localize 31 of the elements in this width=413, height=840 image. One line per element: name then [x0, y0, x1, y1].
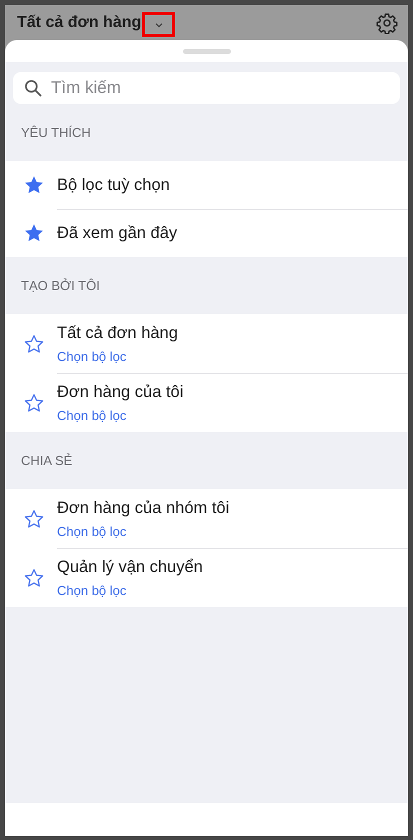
outline-star-icon[interactable]: [23, 392, 45, 414]
item-title: Quản lý vận chuyển: [57, 558, 204, 577]
item-title: Đã xem gần đây: [57, 224, 178, 243]
outline-star-icon[interactable]: [23, 566, 45, 588]
search-input[interactable]: Tìm kiếm: [49, 77, 390, 99]
item-title: Bộ lọc tuỳ chọn: [57, 176, 171, 194]
choose-filter-link[interactable]: Chọn bộ lọc: [57, 524, 408, 538]
filter-item[interactable]: Đơn hàng của tôi Chọn bộ lọc: [5, 373, 408, 432]
item-title: Đơn hàng của tôi: [57, 383, 184, 402]
filter-item[interactable]: Quản lý vận chuyển Chọn bộ lọc: [5, 548, 408, 607]
search-field[interactable]: Tìm kiếm: [13, 72, 400, 104]
choose-filter-link[interactable]: Chọn bộ lọc: [57, 348, 408, 364]
choose-filter-link[interactable]: Chọn bộ lọc: [57, 408, 408, 423]
filter-item[interactable]: Bộ lọc tuỳ chọn: [5, 161, 408, 209]
item-title: Tất cả đơn hàng: [57, 324, 179, 342]
item-title: Đơn hàng của nhóm tôi: [57, 498, 230, 518]
section-header: CHIA SẺ: [20, 452, 74, 470]
search-icon: [23, 78, 43, 98]
page-title: Tất cả đơn hàng: [17, 14, 142, 32]
settings-icon[interactable]: [376, 12, 398, 34]
filter-item[interactable]: Tất cả đơn hàng Chọn bộ lọc: [5, 314, 408, 373]
outline-star-icon[interactable]: [23, 332, 45, 354]
outline-star-icon[interactable]: [23, 508, 45, 530]
drag-handle[interactable]: [182, 48, 230, 54]
section-header: TẠO BỞI TÔI: [20, 277, 101, 295]
filled-star-icon[interactable]: [23, 174, 45, 196]
choose-filter-link[interactable]: Chọn bộ lọc: [57, 583, 408, 598]
filter-item[interactable]: Đơn hàng của nhóm tôi Chọn bộ lọc: [5, 489, 408, 548]
filled-star-icon[interactable]: [23, 222, 45, 244]
section-header: YÊU THÍCH: [20, 124, 92, 142]
filter-item[interactable]: Đã xem gần đây: [5, 209, 408, 257]
